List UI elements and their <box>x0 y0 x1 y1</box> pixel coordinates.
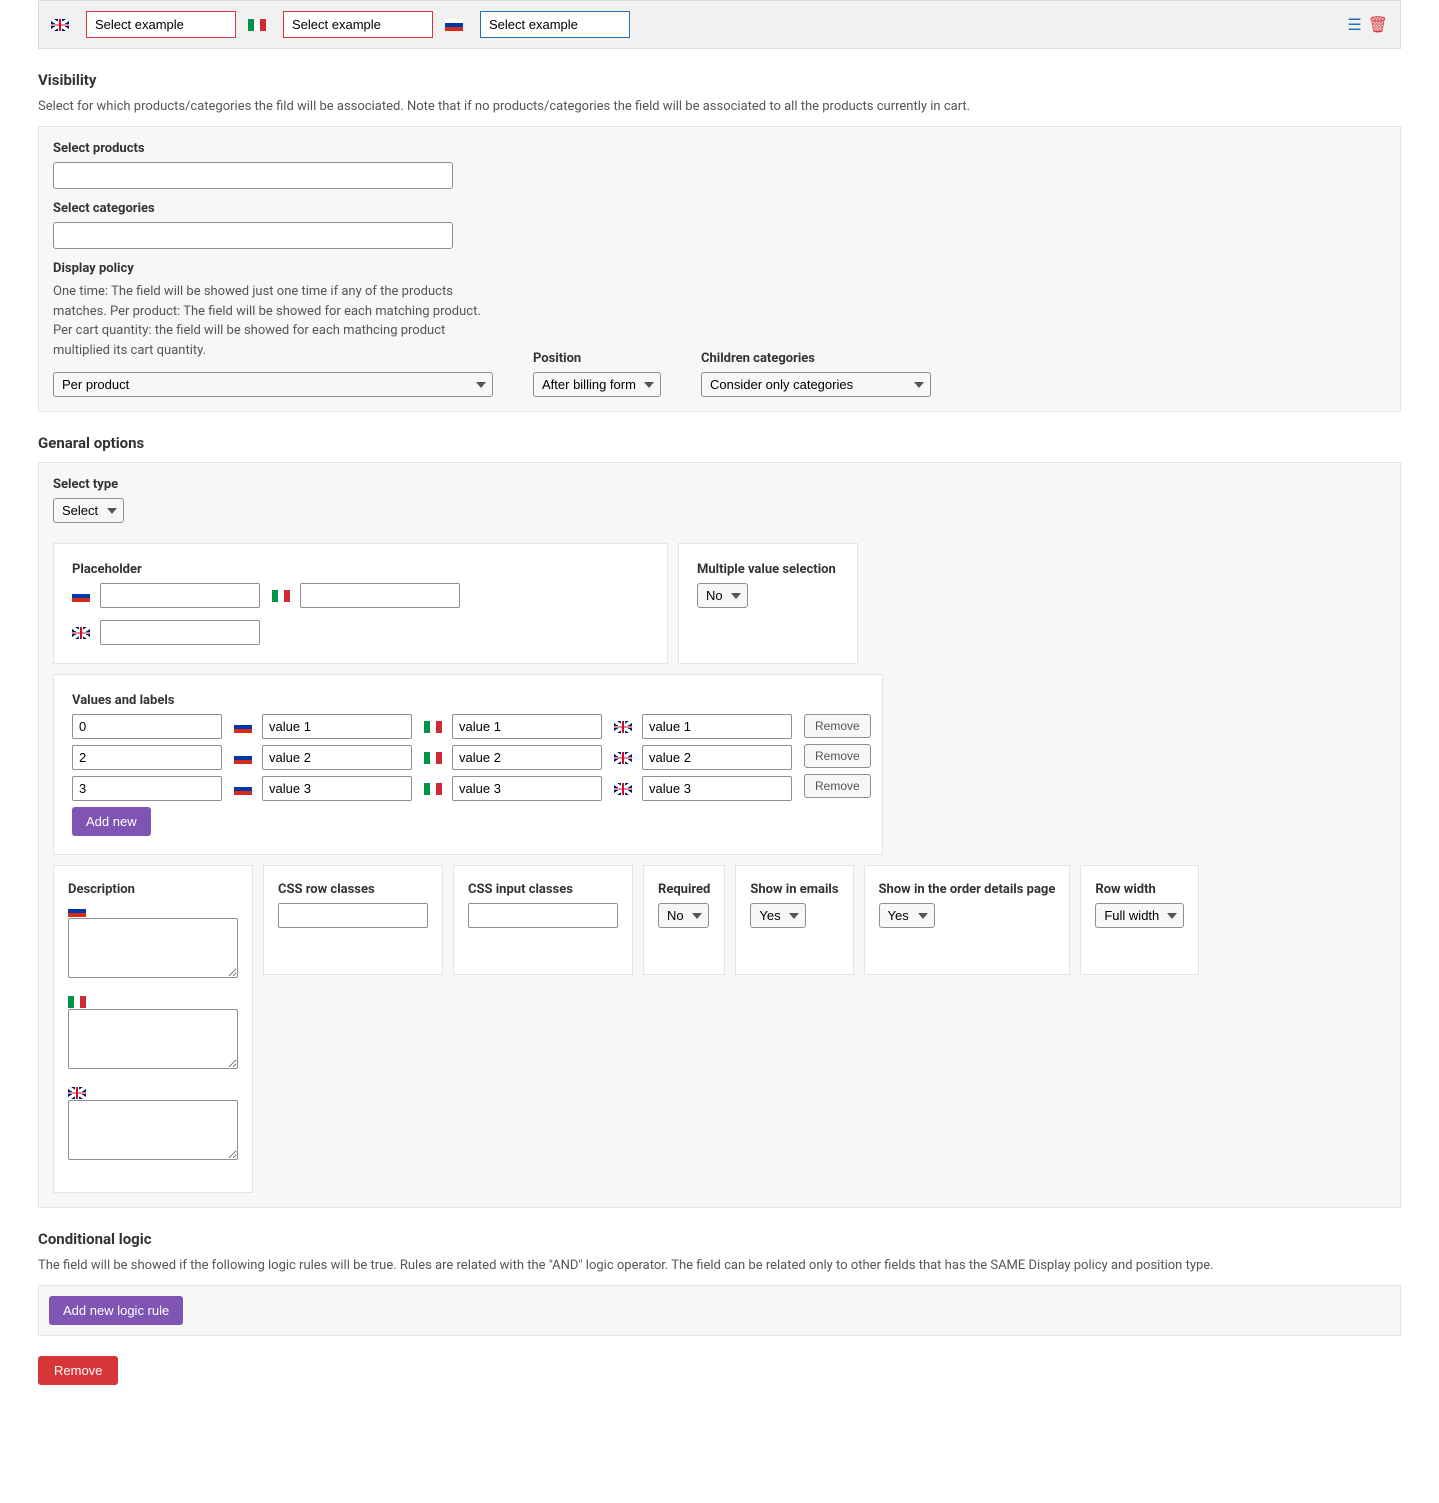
css-input-label: CSS input classes <box>468 882 618 897</box>
select-products-label: Select products <box>53 141 1386 156</box>
conditional-heading: Conditional logic <box>38 1230 1401 1248</box>
uk-flag-icon <box>614 721 632 733</box>
visibility-desc: Select for which products/categories the… <box>38 99 1401 114</box>
conditional-desc: The field will be showed if the followin… <box>38 1258 1401 1273</box>
top-bar: ☰ 🗑 <box>38 0 1401 49</box>
ru-example-input[interactable] <box>480 11 630 38</box>
display-policy-select[interactable]: Per product <box>53 372 493 397</box>
ru-flag-icon <box>234 752 252 764</box>
placeholder-it-input[interactable] <box>300 583 460 608</box>
values-card: Values and labels Remove Remove Remove Add… <box>53 674 883 855</box>
emails-select[interactable]: Yes <box>750 903 806 928</box>
multiple-select[interactable]: No <box>697 583 748 608</box>
value-uk-input[interactable] <box>642 714 792 739</box>
it-flag-icon <box>248 19 266 31</box>
placeholder-uk-input[interactable] <box>100 620 260 645</box>
value-ru-input[interactable] <box>262 714 412 739</box>
select-type-label: Select type <box>53 477 1386 492</box>
emails-card: Show in emails Yes <box>735 865 853 975</box>
it-flag-icon <box>424 752 442 764</box>
value-uk-input[interactable] <box>642 776 792 801</box>
ru-flag-icon <box>234 721 252 733</box>
uk-example-input[interactable] <box>86 11 236 38</box>
description-card: Description <box>53 865 253 1193</box>
row-width-label: Row width <box>1095 882 1184 897</box>
css-row-input[interactable] <box>278 903 428 928</box>
value-num-input[interactable] <box>72 714 222 739</box>
it-flag-icon <box>424 783 442 795</box>
value-ru-input[interactable] <box>262 745 412 770</box>
conditional-section: Add new logic rule <box>38 1285 1401 1336</box>
order-card: Show in the order details page Yes <box>864 865 1071 975</box>
value-it-input[interactable] <box>452 745 602 770</box>
css-input-card: CSS input classes <box>453 865 633 975</box>
ru-flag-icon <box>445 19 463 31</box>
uk-flag-icon <box>614 783 632 795</box>
placeholder-card: Placeholder <box>53 543 668 664</box>
placeholder-ru-input[interactable] <box>100 583 260 608</box>
required-card: Required No <box>643 865 725 975</box>
add-new-button[interactable]: Add new <box>72 807 151 836</box>
uk-flag-icon <box>51 19 69 31</box>
value-num-input[interactable] <box>72 776 222 801</box>
emails-label: Show in emails <box>750 882 838 897</box>
order-label: Show in the order details page <box>879 882 1056 897</box>
placeholder-label: Placeholder <box>72 562 649 577</box>
remove-button[interactable]: Remove <box>38 1356 118 1385</box>
it-flag-icon <box>272 590 290 602</box>
value-it-input[interactable] <box>452 776 602 801</box>
children-categories-label: Children categories <box>701 351 931 366</box>
uk-flag-icon <box>72 627 90 639</box>
ru-flag-icon <box>234 783 252 795</box>
description-ru-textarea[interactable] <box>68 918 238 978</box>
required-select[interactable]: No <box>658 903 709 928</box>
it-flag-icon <box>424 721 442 733</box>
css-row-label: CSS row classes <box>278 882 428 897</box>
display-policy-label: Display policy <box>53 261 493 276</box>
multiple-label: Multiple value selection <box>697 562 839 577</box>
remove-value-button[interactable]: Remove <box>804 774 871 798</box>
children-categories-select[interactable]: Consider only categories <box>701 372 931 397</box>
uk-flag-icon <box>614 752 632 764</box>
css-row-card: CSS row classes <box>263 865 443 975</box>
remove-value-button[interactable]: Remove <box>804 744 871 768</box>
value-it-input[interactable] <box>452 714 602 739</box>
remove-value-button[interactable]: Remove <box>804 714 871 738</box>
multiple-card: Multiple value selection No <box>678 543 858 664</box>
value-uk-input[interactable] <box>642 745 792 770</box>
select-categories-input[interactable] <box>53 222 453 249</box>
ru-flag-icon <box>72 590 90 602</box>
description-it-textarea[interactable] <box>68 1009 238 1069</box>
it-example-input[interactable] <box>283 11 433 38</box>
order-select[interactable]: Yes <box>879 903 935 928</box>
general-heading: Genaral options <box>38 434 1401 452</box>
css-input-input[interactable] <box>468 903 618 928</box>
trash-icon[interactable]: 🗑 <box>1368 15 1388 34</box>
value-ru-input[interactable] <box>262 776 412 801</box>
general-section: Select type Select Placeholder Multiple … <box>38 462 1401 1208</box>
it-flag-icon <box>68 996 86 1008</box>
uk-flag-icon <box>68 1087 86 1099</box>
row-width-card: Row width Full width <box>1080 865 1199 975</box>
position-label: Position <box>533 351 661 366</box>
row-width-select[interactable]: Full width <box>1095 903 1184 928</box>
display-policy-desc: One time: The field will be showed just … <box>53 282 493 360</box>
select-categories-label: Select categories <box>53 201 1386 216</box>
description-label: Description <box>68 882 238 897</box>
description-uk-textarea[interactable] <box>68 1100 238 1160</box>
value-num-input[interactable] <box>72 745 222 770</box>
select-products-input[interactable] <box>53 162 453 189</box>
required-label: Required <box>658 882 710 897</box>
select-type-select[interactable]: Select <box>53 498 124 523</box>
menu-icon[interactable]: ☰ <box>1347 15 1361 34</box>
visibility-heading: Visibility <box>38 71 1401 89</box>
position-select[interactable]: After billing form <box>533 372 661 397</box>
add-logic-rule-button[interactable]: Add new logic rule <box>49 1296 183 1325</box>
visibility-section: Select products Select categories Displa… <box>38 126 1401 412</box>
values-labels-label: Values and labels <box>72 693 864 708</box>
ru-flag-icon <box>68 905 86 917</box>
